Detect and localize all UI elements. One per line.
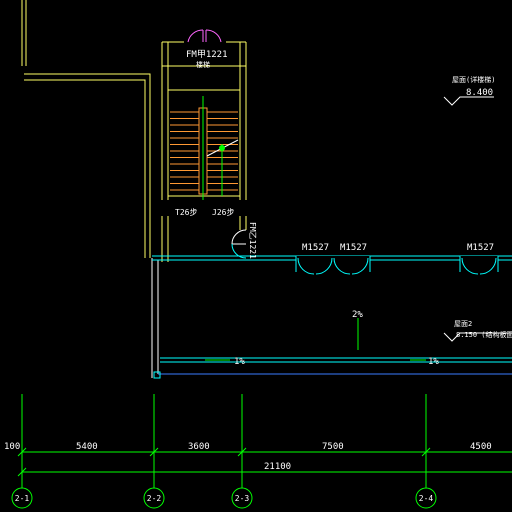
- label-j26: J26步: [212, 208, 234, 217]
- label-m1527-b: M1527: [340, 243, 367, 253]
- axis-label-2-1: 2-1: [15, 494, 30, 503]
- dim-3600: 3600: [188, 442, 210, 452]
- dimension-labels: 100 5400 3600 7500 4500 21100: [4, 442, 492, 472]
- roof-slab: [151, 255, 512, 379]
- axis-bubbles: [11, 487, 437, 509]
- door-fm-top: [187, 29, 222, 43]
- axis-label-2-4: 2-4: [419, 494, 434, 503]
- label-elev-mid: 8.150 (结构板面标高): [456, 330, 512, 339]
- label-fm-door: FM甲1221: [186, 49, 228, 60]
- label-m1527-a: M1527: [302, 243, 329, 253]
- label-slope-2: 2%: [352, 310, 363, 320]
- dim-100: 100: [4, 442, 20, 452]
- elevation-markers: [443, 96, 512, 342]
- label-roof-note: 屋面(详楼梯): [452, 75, 495, 84]
- label-roof2: 屋面2: [454, 320, 472, 328]
- label-m1527-c: M1527: [467, 243, 494, 253]
- cad-drawing: FM甲1221 楼梯 T26步 J26步 FM乙1221 M1527 M1527…: [4, 0, 512, 509]
- axis-label-2-2: 2-2: [147, 494, 162, 503]
- door-fm-side: [231, 229, 247, 259]
- dim-5400: 5400: [76, 442, 98, 452]
- door-m1527: [295, 256, 499, 275]
- stair-core: [167, 89, 241, 200]
- dim-4500: 4500: [470, 442, 492, 452]
- axis-labels: 2-1 2-2 2-3 2-4: [15, 494, 434, 503]
- label-t26: T26步: [175, 208, 197, 217]
- label-slope-1a: 1%: [234, 357, 245, 367]
- label-slope-1b: 1%: [428, 357, 439, 367]
- axis-label-2-3: 2-3: [235, 494, 250, 503]
- dim-7500: 7500: [322, 442, 344, 452]
- label-fm-vertical: FM乙1221: [248, 222, 257, 259]
- dim-total: 21100: [264, 462, 291, 472]
- axis-lines: [17, 394, 512, 488]
- label-fm-sub: 楼梯: [196, 60, 210, 69]
- label-elev-top: 8.400: [466, 88, 493, 98]
